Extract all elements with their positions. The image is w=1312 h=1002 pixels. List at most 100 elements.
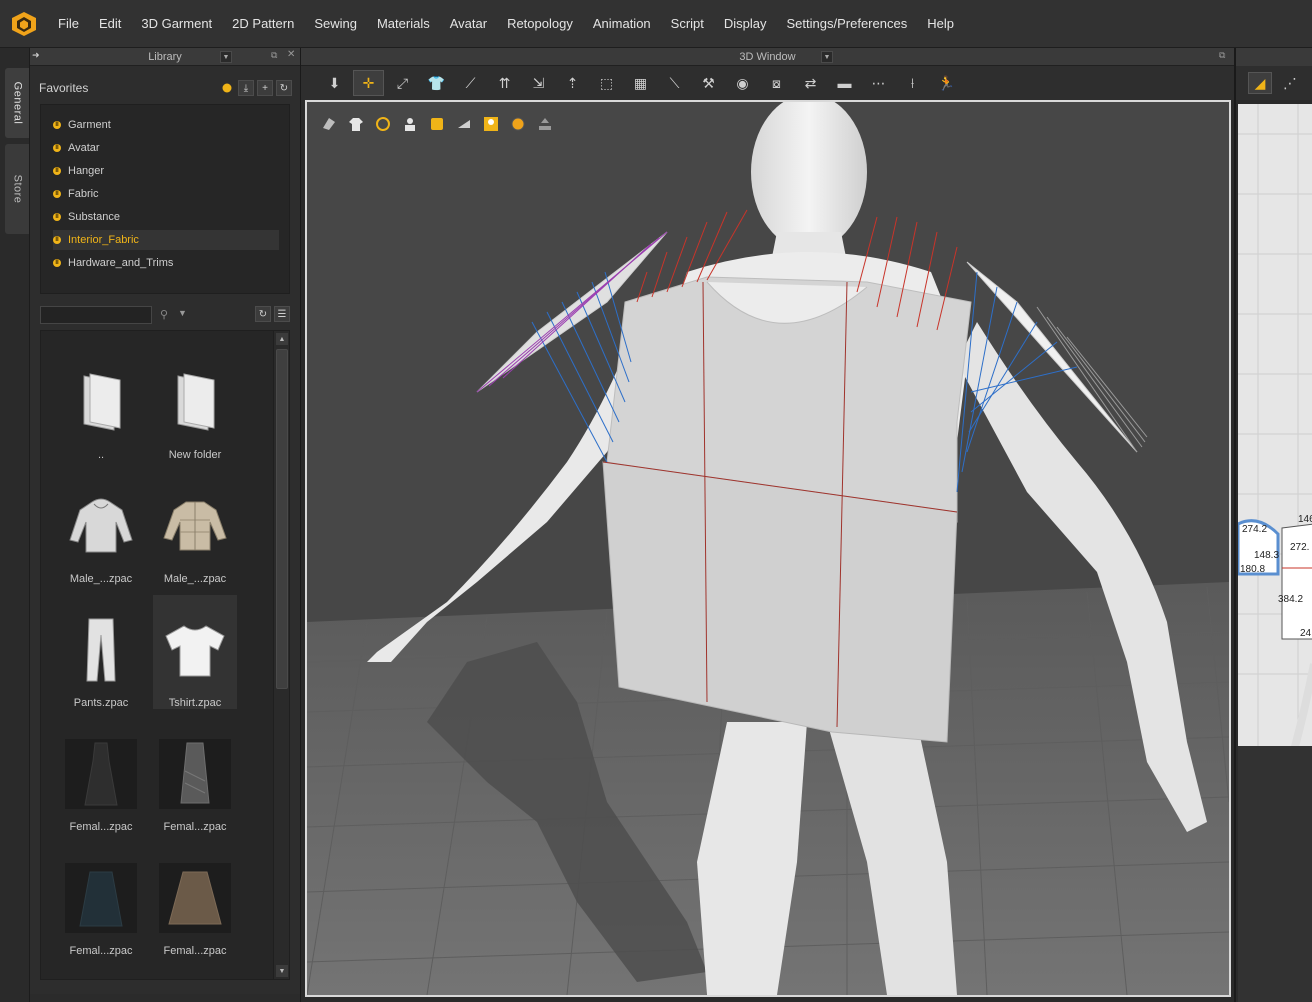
favorite-avatar[interactable]: II Avatar [53, 138, 279, 158]
file-tile-female-dress-2[interactable]: Femal...zpac [153, 719, 237, 833]
file-tile-parent-folder[interactable]: .. [59, 347, 143, 461]
search-filter-dropdown-icon[interactable]: ▼ [178, 308, 187, 318]
fold-arrangement-icon[interactable]: ⇈ [489, 70, 520, 96]
strengthen-icon[interactable]: ⬚ [591, 70, 622, 96]
button-tool-icon[interactable]: ◉ [727, 70, 758, 96]
file-tile-female-skirt-1[interactable]: Femal...zpac [59, 843, 143, 957]
zipper-icon[interactable]: ⇄ [795, 70, 826, 96]
menu-sewing[interactable]: Sewing [304, 0, 367, 48]
environment-icon[interactable] [506, 114, 530, 134]
add-icon[interactable]: + [257, 80, 273, 96]
show-avatar-icon[interactable] [398, 114, 422, 134]
refresh-icon[interactable]: ↻ [276, 80, 292, 96]
grid-tool-icon[interactable]: ▦ [625, 70, 656, 96]
favorite-hardware-and-trims[interactable]: II Hardware_and_Trims [53, 253, 279, 273]
file-label: Femal...zpac [69, 821, 133, 833]
file-tile-male-hoodie[interactable]: Male_...zpac [59, 471, 143, 585]
favorite-label: Substance [68, 211, 120, 223]
2d-transform-icon[interactable]: ⋰ [1278, 72, 1302, 94]
select-mesh-icon[interactable]: ⤢ [387, 70, 418, 96]
menu-3d-garment[interactable]: 3D Garment [131, 0, 222, 48]
tab-general-label: General [11, 81, 24, 125]
menu-retopology[interactable]: Retopology [497, 0, 583, 48]
topstitch-icon[interactable]: ⋯ [863, 70, 894, 96]
3d-window: 3D Window ▼ ⧉ ⬇ ✛ ⤢ 👕 ⟋ ⇈ ⇲ ⇡ ⬚ ▦ ⟍ ⚒ ◉ … [300, 48, 1235, 1002]
measure-icon[interactable]: ⟍ [659, 70, 690, 96]
search-row: ⚲ ▼ ↻ ☰ [40, 306, 290, 324]
menu-edit[interactable]: Edit [89, 0, 131, 48]
import-icon[interactable]: ⤓ [238, 80, 254, 96]
favorite-label: Garment [68, 119, 111, 131]
texture-icon[interactable] [425, 114, 449, 134]
2d-toolbar: ◢ ⋰ [1236, 66, 1312, 100]
undock-icon[interactable]: ⧉ [1219, 50, 1225, 61]
trim-icon[interactable]: ⚒ [693, 70, 724, 96]
search-input[interactable] [40, 306, 152, 324]
scroll-down-icon[interactable]: ▼ [276, 965, 288, 977]
select-move-icon[interactable]: ✛ [353, 70, 384, 96]
show-points-icon[interactable] [371, 114, 395, 134]
puffer-jacket-icon [159, 491, 231, 561]
file-label: Pants.zpac [73, 697, 129, 709]
library-dropdown-icon[interactable]: ▼ [220, 51, 232, 63]
favorite-label: Avatar [68, 142, 100, 154]
file-tile-male-jacket[interactable]: Male_...zpac [153, 471, 237, 585]
scroll-thumb[interactable] [276, 349, 288, 689]
refresh-icon[interactable]: ↻ [255, 306, 271, 322]
file-grid-scrollbar[interactable]: ▲ ▼ [273, 331, 289, 979]
tack-icon[interactable]: ⇲ [523, 70, 554, 96]
show-garment-icon[interactable] [344, 114, 368, 134]
favorite-hanger[interactable]: II Hanger [53, 161, 279, 181]
favorite-garment[interactable]: II Garment [53, 115, 279, 135]
undock-icon[interactable]: ⧉ [271, 50, 277, 61]
pose-icon[interactable]: 🏃 [931, 70, 962, 96]
avatar-skin-icon[interactable] [479, 114, 503, 134]
favorites-list: II Garment II Avatar II Hanger II Fabric II S… [40, 104, 290, 294]
3d-window-dropdown-icon[interactable]: ▼ [821, 51, 833, 63]
garment-icon[interactable]: 👕 [421, 70, 452, 96]
favorite-substance[interactable]: II Substance [53, 207, 279, 227]
favorite-icon: II [53, 213, 61, 221]
menu-2d-pattern[interactable]: 2D Pattern [222, 0, 304, 48]
file-label: .. [97, 449, 105, 461]
menu-animation[interactable]: Animation [583, 0, 661, 48]
tab-general[interactable]: General [5, 68, 29, 138]
3d-viewport[interactable] [305, 100, 1231, 997]
2d-select-icon[interactable]: ◢ [1248, 72, 1272, 94]
puckering-icon[interactable]: ▬ [829, 70, 860, 96]
view-mode-icon[interactable] [317, 114, 341, 134]
file-label: Tshirt.zpac [168, 697, 222, 709]
export-icon[interactable] [533, 114, 557, 134]
ruler-icon[interactable]: ⟊ [897, 70, 928, 96]
file-tile-female-skirt-2[interactable]: Femal...zpac [153, 843, 237, 957]
file-tile-pants[interactable]: Pants.zpac [59, 595, 143, 709]
arrangement-point-icon[interactable]: ⇡ [557, 70, 588, 96]
menu-materials[interactable]: Materials [367, 0, 440, 48]
menu-settings-preferences[interactable]: Settings/Preferences [777, 0, 918, 48]
menu-display[interactable]: Display [714, 0, 777, 48]
2d-pattern-canvas[interactable]: 274.2 148.3 180.8 272. 384.2 24 146 [1238, 104, 1312, 746]
buttonhole-icon[interactable]: ⧇ [761, 70, 792, 96]
search-icon[interactable]: ⚲ [160, 308, 168, 321]
menu-script[interactable]: Script [661, 0, 714, 48]
file-tile-female-dress-1[interactable]: Femal...zpac [59, 719, 143, 833]
clo-logo-icon[interactable] [0, 0, 48, 48]
file-tile-new-folder[interactable]: New folder [153, 347, 237, 461]
library-header: ➜ Library ▼ ⧉ ✕ [30, 48, 300, 66]
simulate-icon[interactable]: ⬇ [319, 70, 350, 96]
tab-store[interactable]: Store [5, 144, 29, 234]
folder-icon [65, 367, 137, 437]
pin-tool-icon[interactable]: ⟋ [455, 70, 486, 96]
favorite-fabric[interactable]: II Fabric [53, 184, 279, 204]
close-icon[interactable]: ✕ [287, 49, 295, 60]
favorite-interior-fabric[interactable]: II Interior_Fabric [53, 230, 279, 250]
file-tile-tshirt[interactable]: Tshirt.zpac [153, 595, 237, 709]
library-title: Library [148, 50, 182, 63]
menu-avatar[interactable]: Avatar [440, 0, 497, 48]
plane-icon[interactable] [452, 114, 476, 134]
list-view-icon[interactable]: ☰ [274, 306, 290, 322]
scroll-up-icon[interactable]: ▲ [276, 333, 288, 345]
menu-help[interactable]: Help [917, 0, 964, 48]
menu-file[interactable]: File [48, 0, 89, 48]
3d-window-header: 3D Window ▼ ⧉ [301, 48, 1234, 66]
